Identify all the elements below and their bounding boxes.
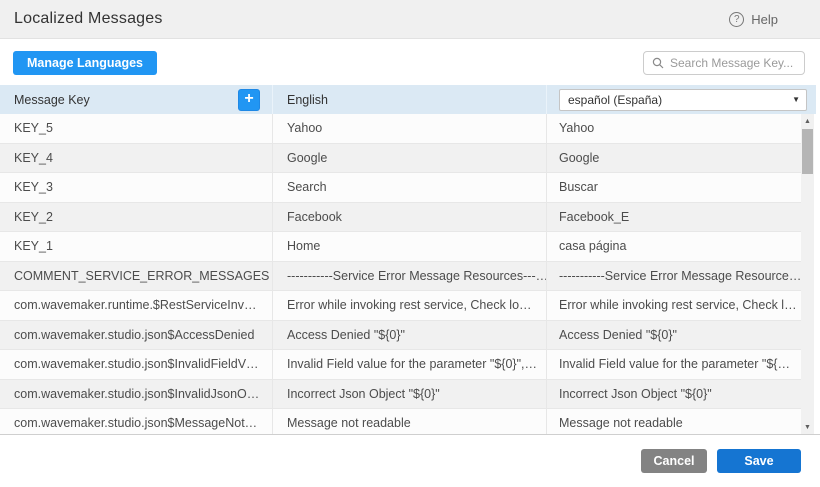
vertical-scrollbar[interactable] <box>801 114 814 434</box>
cell-translation[interactable]: Google <box>546 144 801 173</box>
footer-bar: Cancel Save <box>0 434 820 487</box>
language-select-wrapper: español (España) <box>559 89 807 111</box>
search-input[interactable] <box>670 56 796 70</box>
table-row[interactable]: KEY_1 Home casa página <box>0 232 801 262</box>
cell-translation[interactable]: Access Denied "${0}" <box>546 321 801 350</box>
page-title: Localized Messages <box>14 10 163 28</box>
cell-translation[interactable]: Invalid Field value for the parameter "$… <box>546 350 801 379</box>
cell-translation[interactable]: Buscar <box>546 173 801 202</box>
manage-languages-button[interactable]: Manage Languages <box>13 51 157 75</box>
localized-messages-dialog: Localized Messages Help Manage Languages… <box>0 0 820 487</box>
cell-english[interactable]: Access Denied "${0}" <box>272 321 546 350</box>
table-body: KEY_5 Yahoo Yahoo KEY_4 Google Google KE… <box>0 114 801 434</box>
search-icon <box>652 57 664 69</box>
table-row[interactable]: COMMENT_SERVICE_ERROR_MESSAGES ---------… <box>0 262 801 292</box>
cell-translation[interactable]: -----------Service Error Message Resourc… <box>546 262 801 291</box>
cell-english[interactable]: Error while invoking rest service, Check… <box>272 291 546 320</box>
cell-message-key: com.wavemaker.studio.json$InvalidJsonO… <box>0 380 272 409</box>
help-button[interactable]: Help <box>729 12 778 27</box>
table-row[interactable]: KEY_3 Search Buscar <box>0 173 801 203</box>
cell-english[interactable]: Facebook <box>272 203 546 232</box>
cell-translation[interactable]: Yahoo <box>546 114 801 143</box>
column-header-english: English <box>272 85 546 114</box>
cell-english[interactable]: Google <box>272 144 546 173</box>
table-row[interactable]: KEY_5 Yahoo Yahoo <box>0 114 801 144</box>
scroll-up-icon[interactable] <box>801 114 814 128</box>
help-circle-icon <box>729 12 744 27</box>
cell-message-key: com.wavemaker.studio.json$MessageNot… <box>0 409 272 434</box>
cell-english[interactable]: Search <box>272 173 546 202</box>
cell-message-key: com.wavemaker.studio.json$AccessDenied <box>0 321 272 350</box>
column-header-language: español (España) <box>546 85 816 114</box>
cell-message-key: KEY_1 <box>0 232 272 261</box>
cell-message-key: KEY_3 <box>0 173 272 202</box>
scrollbar-thumb[interactable] <box>802 129 813 174</box>
table-row[interactable]: com.wavemaker.runtime.$RestServiceInv… E… <box>0 291 801 321</box>
table-header: Message Key English español (España) <box>0 85 816 114</box>
cell-english[interactable]: Invalid Field value for the parameter "$… <box>272 350 546 379</box>
cell-translation[interactable]: Message not readable <box>546 409 801 434</box>
search-box[interactable] <box>643 51 805 75</box>
cell-english[interactable]: Message not readable <box>272 409 546 434</box>
table-row[interactable]: com.wavemaker.studio.json$MessageNot… Me… <box>0 409 801 434</box>
toolbar: Manage Languages <box>0 40 820 85</box>
cell-translation[interactable]: Incorrect Json Object "${0}" <box>546 380 801 409</box>
table-row[interactable]: KEY_2 Facebook Facebook_E <box>0 203 801 233</box>
table-row[interactable]: com.wavemaker.studio.json$InvalidFieldV…… <box>0 350 801 380</box>
cell-message-key: com.wavemaker.runtime.$RestServiceInv… <box>0 291 272 320</box>
cell-message-key: KEY_5 <box>0 114 272 143</box>
column-header-message-key: Message Key <box>0 85 272 114</box>
cell-message-key: KEY_4 <box>0 144 272 173</box>
title-bar: Localized Messages Help <box>0 0 820 39</box>
cell-english[interactable]: Incorrect Json Object "${0}" <box>272 380 546 409</box>
message-key-header-label: Message Key <box>14 93 90 107</box>
add-key-button[interactable] <box>238 89 260 111</box>
language-select[interactable]: español (España) <box>559 89 807 111</box>
scroll-down-icon[interactable] <box>801 420 814 434</box>
cell-message-key: COMMENT_SERVICE_ERROR_MESSAGES <box>0 262 272 291</box>
help-label: Help <box>751 12 778 27</box>
cell-english[interactable]: Yahoo <box>272 114 546 143</box>
cell-translation[interactable]: Error while invoking rest service, Check… <box>546 291 801 320</box>
cell-message-key: com.wavemaker.studio.json$InvalidFieldV… <box>0 350 272 379</box>
cell-translation[interactable]: casa página <box>546 232 801 261</box>
save-button[interactable]: Save <box>717 449 801 473</box>
cancel-button[interactable]: Cancel <box>641 449 707 473</box>
table-row[interactable]: KEY_4 Google Google <box>0 144 801 174</box>
cell-translation[interactable]: Facebook_E <box>546 203 801 232</box>
cell-message-key: KEY_2 <box>0 203 272 232</box>
english-header-label: English <box>287 93 328 107</box>
table-row[interactable]: com.wavemaker.studio.json$AccessDenied A… <box>0 321 801 351</box>
table-row[interactable]: com.wavemaker.studio.json$InvalidJsonO… … <box>0 380 801 410</box>
cell-english[interactable]: Home <box>272 232 546 261</box>
cell-english[interactable]: -----------Service Error Message Resourc… <box>272 262 546 291</box>
